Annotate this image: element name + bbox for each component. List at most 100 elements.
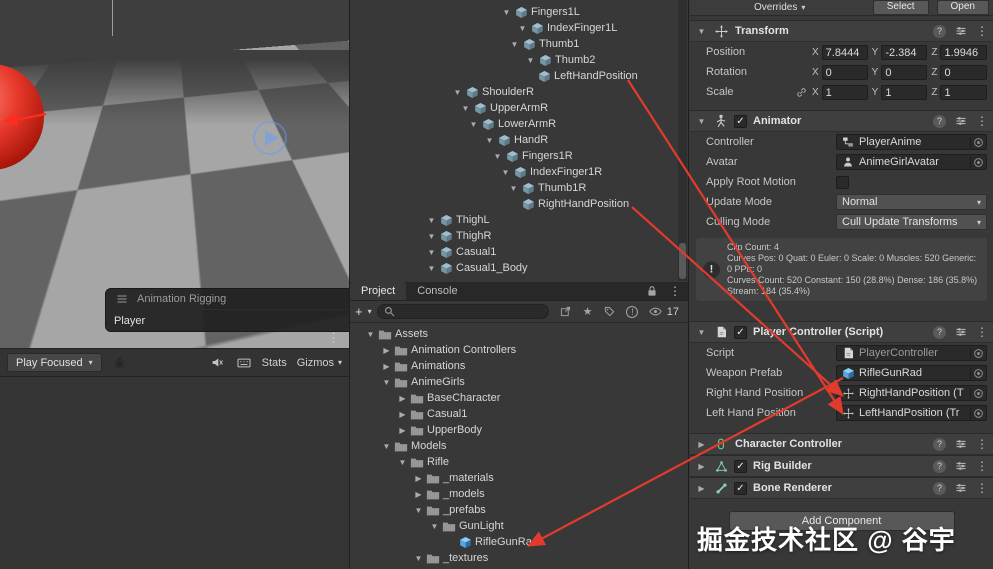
project-tree-item[interactable]: ▶ _materials xyxy=(350,470,688,486)
foldout-icon[interactable]: ▼ xyxy=(451,88,464,97)
culling-mode-dropdown[interactable]: Cull Update Transforms ▾ xyxy=(836,214,987,230)
object-picker-icon[interactable] xyxy=(970,408,984,419)
hierarchy-item[interactable]: ▼ Fingers1R xyxy=(350,148,688,164)
alert-icon[interactable]: ! xyxy=(626,306,638,318)
object-picker-icon[interactable] xyxy=(970,348,984,359)
hierarchy-item[interactable]: ▼ Casual1 xyxy=(350,244,688,260)
foldout-icon[interactable]: ▼ xyxy=(695,328,708,337)
project-tree-item[interactable]: ▼ Models xyxy=(350,438,688,454)
project-tree-item[interactable]: ▼ Assets xyxy=(350,326,688,342)
hamburger-icon[interactable] xyxy=(114,294,130,304)
scene-more-icon[interactable]: ⋮ xyxy=(327,331,340,344)
foldout-icon[interactable]: ▼ xyxy=(425,264,438,273)
preset-icon[interactable] xyxy=(953,25,969,37)
project-tree-item[interactable]: ▼ _prefabs xyxy=(350,502,688,518)
project-tree-item[interactable]: ▶ _models xyxy=(350,486,688,502)
scrollbar-thumb[interactable] xyxy=(679,243,686,279)
hierarchy-scrollbar[interactable] xyxy=(678,0,687,281)
hierarchy-item[interactable]: ▼ Thumb1R xyxy=(350,180,688,196)
hierarchy-item[interactable]: ▼ IndexFinger1L xyxy=(350,20,688,36)
play-focused-dropdown[interactable]: Play Focused ▾ xyxy=(7,353,102,372)
position-y-field[interactable]: -2.384 xyxy=(881,45,927,60)
component-menu-icon[interactable]: ⋮ xyxy=(976,482,988,494)
link-scale-icon[interactable] xyxy=(794,87,808,98)
foldout-icon[interactable]: ▶ xyxy=(380,346,393,355)
component-enabled-checkbox[interactable]: ✓ xyxy=(734,115,747,128)
foldout-icon[interactable]: ▼ xyxy=(483,136,496,145)
stats-toggle[interactable]: Stats xyxy=(262,357,287,369)
help-icon[interactable]: ? xyxy=(933,460,946,473)
hierarchy-item[interactable]: ▼ Fingers1L xyxy=(350,4,688,20)
preset-icon[interactable] xyxy=(953,460,969,472)
avatar-field[interactable]: AnimeGirlAvatar xyxy=(836,154,987,170)
project-tree-item[interactable]: ▼ _textures xyxy=(350,550,688,566)
preset-icon[interactable] xyxy=(953,115,969,127)
help-icon[interactable]: ? xyxy=(933,115,946,128)
hidden-count-eye-icon[interactable] xyxy=(648,306,664,317)
foldout-icon[interactable]: ▼ xyxy=(380,442,393,451)
hierarchy-item[interactable]: ▼ ShoulderR xyxy=(350,84,688,100)
project-tree-item[interactable]: ▶ Casual1 xyxy=(350,406,688,422)
foldout-icon[interactable]: ▶ xyxy=(412,490,425,499)
foldout-icon[interactable]: ▼ xyxy=(428,522,441,531)
component-enabled-checkbox[interactable]: ✓ xyxy=(734,482,747,495)
lock-icon[interactable] xyxy=(644,285,660,297)
scale-y-field[interactable]: 1 xyxy=(881,85,927,100)
foldout-icon[interactable]: ▶ xyxy=(396,410,409,419)
foldout-icon[interactable]: ▼ xyxy=(425,232,438,241)
left-hand-position-field[interactable]: LeftHandPosition (Tr xyxy=(836,405,987,421)
project-tree-item[interactable]: ▶ BaseCharacter xyxy=(350,390,688,406)
preset-icon[interactable] xyxy=(953,326,969,338)
panel-menu-icon[interactable]: ⋮ xyxy=(669,284,681,298)
mute-audio-icon[interactable] xyxy=(210,356,226,369)
foldout-icon[interactable]: ▼ xyxy=(425,216,438,225)
preset-icon[interactable] xyxy=(953,482,969,494)
project-tree-item[interactable]: ▼ GunLight xyxy=(350,518,688,534)
foldout-icon[interactable]: ▼ xyxy=(507,184,520,193)
component-menu-icon[interactable]: ⋮ xyxy=(976,438,988,450)
script-field[interactable]: PlayerController xyxy=(836,345,987,361)
help-icon[interactable]: ? xyxy=(933,482,946,495)
label-tag-icon[interactable] xyxy=(601,306,617,317)
scene-view[interactable]: Animation Rigging Player + ⋮ xyxy=(0,0,349,348)
apply-root-motion-checkbox[interactable] xyxy=(836,176,849,189)
object-picker-icon[interactable] xyxy=(970,388,984,399)
foldout-icon[interactable]: ▼ xyxy=(499,168,512,177)
scale-x-field[interactable]: 1 xyxy=(822,85,868,100)
hierarchy-item[interactable]: ▼ ThighL xyxy=(350,212,688,228)
rotation-z-field[interactable]: 0 xyxy=(940,65,987,80)
hierarchy-item[interactable]: ▼ IndexFinger1R xyxy=(350,164,688,180)
foldout-icon[interactable]: ▼ xyxy=(500,8,513,17)
foldout-icon[interactable]: ▶ xyxy=(695,440,708,449)
rotation-y-field[interactable]: 0 xyxy=(881,65,927,80)
hierarchy-item[interactable]: ▼ UpperArmR xyxy=(350,100,688,116)
project-tree-item[interactable]: ▶ UpperBody xyxy=(350,422,688,438)
create-asset-button[interactable]: + xyxy=(355,305,363,318)
foldout-icon[interactable]: ▶ xyxy=(380,362,393,371)
component-menu-icon[interactable]: ⋮ xyxy=(976,326,988,338)
hierarchy-item[interactable]: ▼ Thumb1 xyxy=(350,36,688,52)
weapon-prefab-field[interactable]: RifleGunRad xyxy=(836,365,987,381)
component-enabled-checkbox[interactable]: ✓ xyxy=(734,326,747,339)
project-search[interactable] xyxy=(377,304,549,319)
right-hand-position-field[interactable]: RightHandPosition (T xyxy=(836,385,987,401)
debug-bug-icon[interactable] xyxy=(112,356,128,369)
hierarchy-item[interactable]: LeftHandPosition xyxy=(350,68,688,84)
keyboard-icon[interactable] xyxy=(236,357,252,369)
foldout-icon[interactable]: ▼ xyxy=(380,378,393,387)
foldout-icon[interactable]: ▼ xyxy=(491,152,504,161)
component-menu-icon[interactable]: ⋮ xyxy=(976,115,988,127)
help-icon[interactable]: ? xyxy=(933,438,946,451)
tab-project[interactable]: Project xyxy=(350,282,406,300)
preset-icon[interactable] xyxy=(953,438,969,450)
foldout-icon[interactable]: ▼ xyxy=(467,120,480,129)
open-button[interactable]: Open xyxy=(937,0,989,15)
help-icon[interactable]: ? xyxy=(933,326,946,339)
foldout-icon[interactable]: ▼ xyxy=(695,117,708,126)
help-icon[interactable]: ? xyxy=(933,25,946,38)
foldout-icon[interactable]: ▼ xyxy=(695,27,708,36)
project-tree-item[interactable]: ▼ AnimeGirls xyxy=(350,374,688,390)
foldout-icon[interactable]: ▼ xyxy=(516,24,529,33)
foldout-icon[interactable]: ▼ xyxy=(459,104,472,113)
object-picker-icon[interactable] xyxy=(970,137,984,148)
